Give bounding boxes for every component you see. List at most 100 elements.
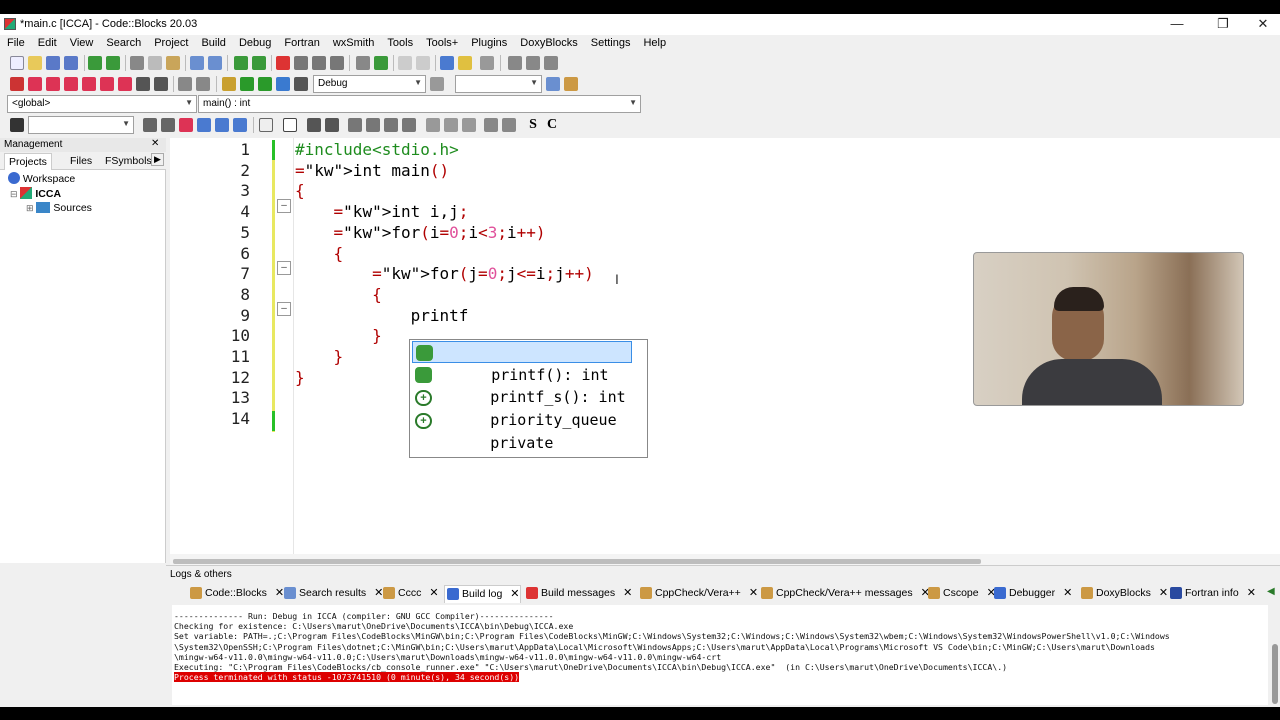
close-icon[interactable]: ✕ — [623, 587, 632, 599]
menu-help[interactable]: Help — [636, 35, 672, 49]
various-info-icon[interactable] — [196, 77, 210, 91]
fold-toggle[interactable]: – — [277, 199, 291, 213]
code-line[interactable]: { — [295, 285, 382, 304]
next-line-icon[interactable] — [46, 77, 60, 91]
layout2-icon[interactable] — [366, 118, 380, 132]
scroll-thumb[interactable] — [173, 559, 981, 564]
menu-plugins[interactable]: Plugins — [464, 35, 513, 49]
tab-projects[interactable]: Projects — [4, 153, 52, 170]
log-tab[interactable]: Search results ✕ — [282, 585, 383, 603]
code-line[interactable]: { — [295, 181, 305, 200]
settings-icon[interactable] — [564, 77, 578, 91]
save-icon[interactable] — [46, 56, 60, 70]
log-tab[interactable]: Debugger ✕ — [992, 585, 1072, 603]
collapse-icon[interactable]: ⊟ — [10, 189, 18, 199]
scope-select[interactable]: <global> ▼ — [7, 95, 197, 113]
debug-run-icon[interactable] — [10, 77, 24, 91]
highlight-icon[interactable] — [179, 118, 193, 132]
log-tab[interactable]: Build messages ✕ — [524, 585, 632, 603]
menu-edit[interactable]: Edit — [31, 35, 63, 49]
function-select[interactable]: main() : int ▼ — [198, 95, 641, 113]
menu-search[interactable]: Search — [99, 35, 147, 49]
comment-icon[interactable] — [398, 56, 412, 70]
copy-icon[interactable] — [148, 56, 162, 70]
build-and-run-icon[interactable] — [258, 77, 272, 91]
tab-scroll-right-icon[interactable]: ▶ — [151, 153, 164, 166]
log-scrollbar-thumb[interactable] — [1272, 644, 1278, 704]
autocomplete-item[interactable]: + priority_queue — [412, 387, 632, 429]
cut-icon[interactable] — [130, 56, 144, 70]
close-icon[interactable]: ✕ — [429, 587, 438, 599]
undo-icon[interactable] — [88, 56, 102, 70]
minimize-button[interactable]: — — [1162, 15, 1192, 33]
target-options-icon[interactable] — [430, 77, 444, 91]
diagram2-icon[interactable] — [325, 118, 339, 132]
search-symbol-icon[interactable] — [546, 77, 560, 91]
prev-bookmark-icon[interactable] — [294, 56, 308, 70]
menu-fortran[interactable]: Fortran — [277, 35, 325, 49]
layout5-icon[interactable] — [426, 118, 440, 132]
tree-sources[interactable]: ⊞ Sources — [26, 202, 92, 214]
redo-icon[interactable] — [106, 56, 120, 70]
dot-icon[interactable] — [526, 56, 540, 70]
tab-files[interactable]: Files — [70, 155, 92, 167]
step-out-icon[interactable] — [82, 77, 96, 91]
uncomment-icon[interactable] — [416, 56, 430, 70]
close-button[interactable]: ✕ — [1248, 15, 1278, 33]
log-tab[interactable]: Build log ✕ — [444, 585, 521, 603]
code-line[interactable]: } — [295, 347, 344, 366]
clear-bookmarks-icon[interactable] — [330, 56, 344, 70]
run-to-cursor-debug-icon[interactable] — [28, 77, 42, 91]
log-tab[interactable]: Cccc ✕ — [381, 585, 439, 603]
help-icon[interactable] — [458, 56, 472, 70]
tab-scroll-icon[interactable]: ◀ — [1267, 586, 1275, 597]
save-all-icon[interactable] — [64, 56, 78, 70]
incremental-search-input[interactable]: ▼ — [28, 116, 134, 134]
step-icon[interactable] — [374, 56, 388, 70]
forward-icon[interactable] — [252, 56, 266, 70]
secondary-select[interactable]: ▼ — [455, 75, 542, 93]
autocomplete-popup[interactable]: printf(): int printf_s(): int + priority_… — [409, 339, 648, 458]
code-line[interactable]: ="kw">for(j=0;j<=i;j++) — [295, 264, 594, 283]
bookmark-icon[interactable] — [276, 56, 290, 70]
debug-windows-icon[interactable] — [178, 77, 192, 91]
menu-view[interactable]: View — [63, 35, 100, 49]
new-file-icon[interactable] — [10, 56, 24, 70]
maximize-button[interactable]: ❐ — [1208, 15, 1238, 33]
log-tab[interactable]: CppCheck/Vera++ ✕ — [638, 585, 758, 603]
code-line[interactable]: ="kw">for(i=0;i<3;i++) — [295, 223, 546, 242]
code-line[interactable]: #include<stdio.h> — [295, 140, 459, 159]
close-icon[interactable]: ✕ — [510, 588, 519, 600]
abort-icon[interactable] — [294, 77, 308, 91]
fold-toggle[interactable]: – — [277, 302, 291, 316]
close-icon[interactable]: ✕ — [1247, 587, 1256, 599]
code-line[interactable]: ="kw">int i,j; — [295, 202, 469, 221]
autocomplete-item[interactable]: printf_s(): int — [412, 364, 632, 406]
code-line[interactable]: printf — [295, 306, 469, 325]
fold-toggle[interactable]: – — [277, 261, 291, 275]
menu-settings[interactable]: Settings — [584, 35, 637, 49]
stop-debug-icon[interactable] — [154, 77, 168, 91]
find-icon[interactable] — [190, 56, 204, 70]
close-icon[interactable]: ✕ — [1063, 587, 1072, 599]
layout4-icon[interactable] — [402, 118, 416, 132]
c-icon[interactable]: C — [545, 118, 559, 132]
menu-doxyblocks[interactable]: DoxyBlocks — [513, 35, 583, 49]
search-prev-icon[interactable] — [143, 118, 157, 132]
layout3-icon[interactable] — [384, 118, 398, 132]
code-line[interactable]: } — [295, 368, 305, 387]
menu-tools[interactable]: Tools — [380, 35, 419, 49]
close-icon[interactable]: ✕ — [1159, 587, 1168, 599]
select-pointer-icon[interactable] — [259, 118, 273, 132]
layout7-icon[interactable] — [462, 118, 476, 132]
tree-project[interactable]: ⊟ ICCA — [10, 187, 61, 200]
log-tab[interactable]: CppCheck/Vera++ messages ✕ — [759, 585, 930, 603]
search-next-icon[interactable] — [161, 118, 175, 132]
zoom-out-icon[interactable] — [502, 118, 516, 132]
s-icon[interactable]: S — [526, 118, 540, 132]
match-case-icon[interactable] — [197, 118, 211, 132]
close-icon[interactable]: ✕ — [749, 587, 758, 599]
tab-fsymbols[interactable]: FSymbols — [105, 155, 152, 167]
log-tab[interactable]: DoxyBlocks ✕ — [1079, 585, 1168, 603]
log-tab[interactable]: Code::Blocks ✕ — [188, 585, 284, 603]
